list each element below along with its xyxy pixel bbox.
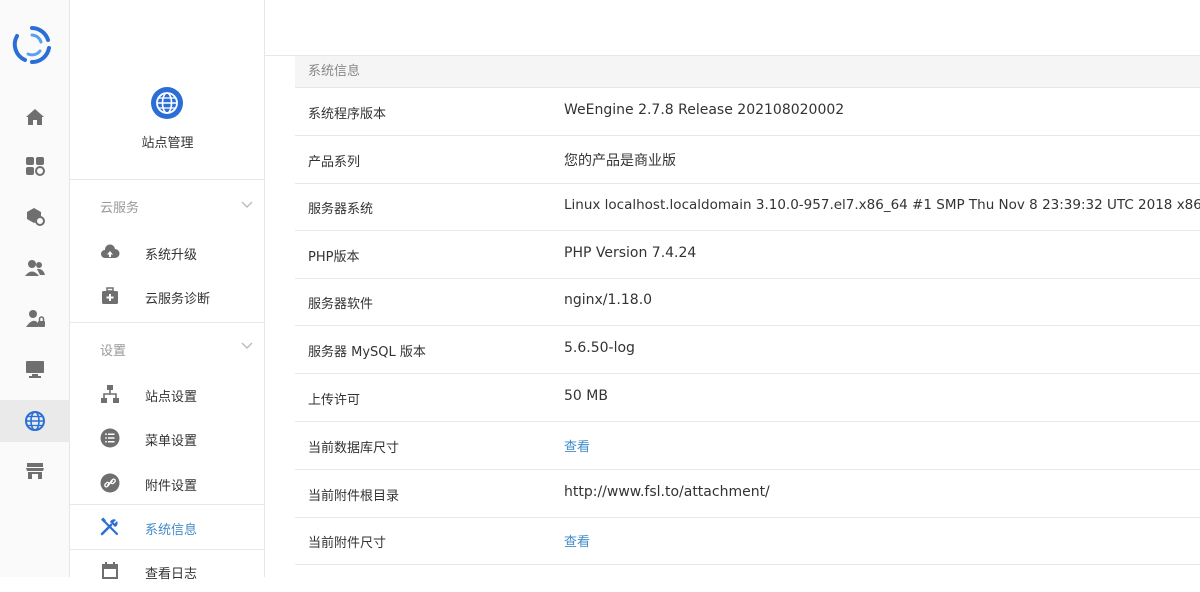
- group-settings: 设置 站点设置 菜单设置 附件设置 系统信息 查看日志: [70, 322, 265, 582]
- sidebar-item-label: 查看日志: [145, 567, 198, 582]
- monitor-icon: [26, 361, 44, 378]
- table-row: 服务器 MySQL 版本 5.6.50-log: [295, 326, 1200, 374]
- rail-item-home[interactable]: [0, 96, 70, 138]
- table-row: 服务器软件 nginx/1.18.0: [295, 278, 1200, 326]
- row-key: 当前附件尺寸: [308, 536, 387, 551]
- sidebar-item-label: 菜单设置: [145, 434, 198, 449]
- sidebar-item-cloud-diagnosis[interactable]: 云服务诊断: [70, 275, 265, 317]
- row-key: 服务器软件: [308, 297, 374, 312]
- chevron-down-icon[interactable]: [240, 338, 254, 352]
- site-title: 站点管理: [141, 136, 194, 151]
- group-title: 设置: [100, 344, 127, 359]
- sidebar-item-label: 系统信息: [145, 523, 198, 538]
- medkit-icon: [102, 287, 118, 304]
- row-value: WeEngine 2.7.8 Release 202108020002: [564, 102, 845, 118]
- table-row: 上传许可 50 MB: [295, 374, 1200, 422]
- sidebar-item-label: 系统升级: [145, 248, 198, 263]
- row-key: PHP版本: [308, 250, 360, 265]
- system-info-table: 系统信息 系统程序版本 WeEngine 2.7.8 Release 20210…: [295, 56, 1200, 577]
- sitemap-icon: [101, 385, 119, 403]
- table-row: 系统程序版本 WeEngine 2.7.8 Release 2021080200…: [295, 88, 1200, 136]
- sidebar-item-system-info[interactable]: 系统信息: [70, 506, 265, 548]
- view-db-size-link[interactable]: 查看: [564, 436, 590, 455]
- box-gear-icon: [27, 208, 45, 226]
- rail-item-store[interactable]: [0, 450, 70, 492]
- store-icon: [26, 463, 44, 479]
- row-key: 上传许可: [308, 393, 361, 408]
- link-icon: [100, 473, 120, 493]
- sidebar-item-label: 云服务诊断: [145, 292, 211, 307]
- home-icon: [26, 109, 44, 125]
- row-key: 产品系列: [308, 155, 361, 170]
- cloud-upload-icon: [101, 244, 120, 258]
- row-key: 当前附件根目录: [308, 489, 400, 504]
- apps-icon: [26, 157, 45, 176]
- rail-item-users[interactable]: [0, 247, 70, 289]
- row-value: nginx/1.18.0: [564, 292, 653, 308]
- row-value: 您的产品是商业版: [564, 153, 676, 169]
- table-row: 当前附件根目录 http://www.fsl.to/attachment/: [295, 470, 1200, 518]
- view-attachment-size-link[interactable]: 查看: [564, 531, 590, 550]
- row-key: 服务器系统: [308, 202, 374, 217]
- table-row: PHP版本 PHP Version 7.4.24: [295, 231, 1200, 279]
- group-cloud: 云服务 系统升级 云服务诊断: [70, 180, 265, 322]
- divider: [70, 549, 265, 550]
- list-icon: [100, 428, 120, 448]
- row-key: 当前数据库尺寸: [308, 441, 400, 456]
- rail-item-permissions[interactable]: [0, 298, 70, 340]
- table-row: 服务器系统 Linux localhost.localdomain 3.10.0…: [295, 183, 1200, 231]
- rail-item-site[interactable]: [0, 400, 70, 442]
- group-title: 云服务: [100, 201, 140, 216]
- row-key: 服务器 MySQL 版本: [308, 345, 426, 360]
- sidebar-item-view-logs[interactable]: 查看日志: [70, 550, 265, 592]
- chevron-down-icon[interactable]: [240, 197, 254, 211]
- secondary-sidebar: 站点管理 云服务 系统升级 云服务诊断 设置 站点设置 菜单设置 附件设置 系统…: [70, 0, 265, 582]
- sidebar-item-label: 站点设置: [145, 390, 198, 405]
- row-value: 50 MB: [564, 388, 608, 404]
- globe-icon: [151, 87, 183, 119]
- sidebar-item-label: 附件设置: [145, 479, 198, 494]
- row-value: PHP Version 7.4.24: [564, 245, 697, 261]
- table-header-title: 系统信息: [308, 64, 361, 79]
- row-value: http://www.fsl.to/attachment/: [564, 484, 770, 500]
- row-value: 5.6.50-log: [564, 340, 635, 356]
- table-row: 当前附件尺寸 查看: [295, 517, 1200, 565]
- rail-item-modules[interactable]: [0, 195, 70, 237]
- table-row: 当前数据库尺寸 查看: [295, 422, 1200, 470]
- rail-item-apps[interactable]: [0, 145, 70, 187]
- sidebar-item-attachment-settings[interactable]: 附件设置: [70, 462, 265, 504]
- tools-icon: [100, 517, 119, 536]
- table-header: 系统信息: [295, 56, 1200, 88]
- brand-logo[interactable]: [11, 24, 53, 66]
- table-row: 产品系列 您的产品是商业版: [295, 136, 1200, 184]
- globe-icon: [25, 411, 45, 431]
- calendar-icon: [102, 562, 118, 579]
- site-management-block: 站点管理: [70, 56, 265, 180]
- rail-item-monitor[interactable]: [0, 348, 70, 390]
- sidebar-item-site-settings[interactable]: 站点设置: [70, 373, 265, 415]
- row-value: Linux localhost.localdomain 3.10.0-957.e…: [564, 197, 1200, 213]
- icon-rail: [0, 0, 70, 577]
- sidebar-item-system-upgrade[interactable]: 系统升级: [70, 231, 265, 273]
- divider: [70, 504, 265, 505]
- user-lock-icon: [26, 310, 45, 327]
- users-icon: [25, 260, 45, 276]
- row-key: 系统程序版本: [308, 107, 387, 122]
- sidebar-item-menu-settings[interactable]: 菜单设置: [70, 417, 265, 459]
